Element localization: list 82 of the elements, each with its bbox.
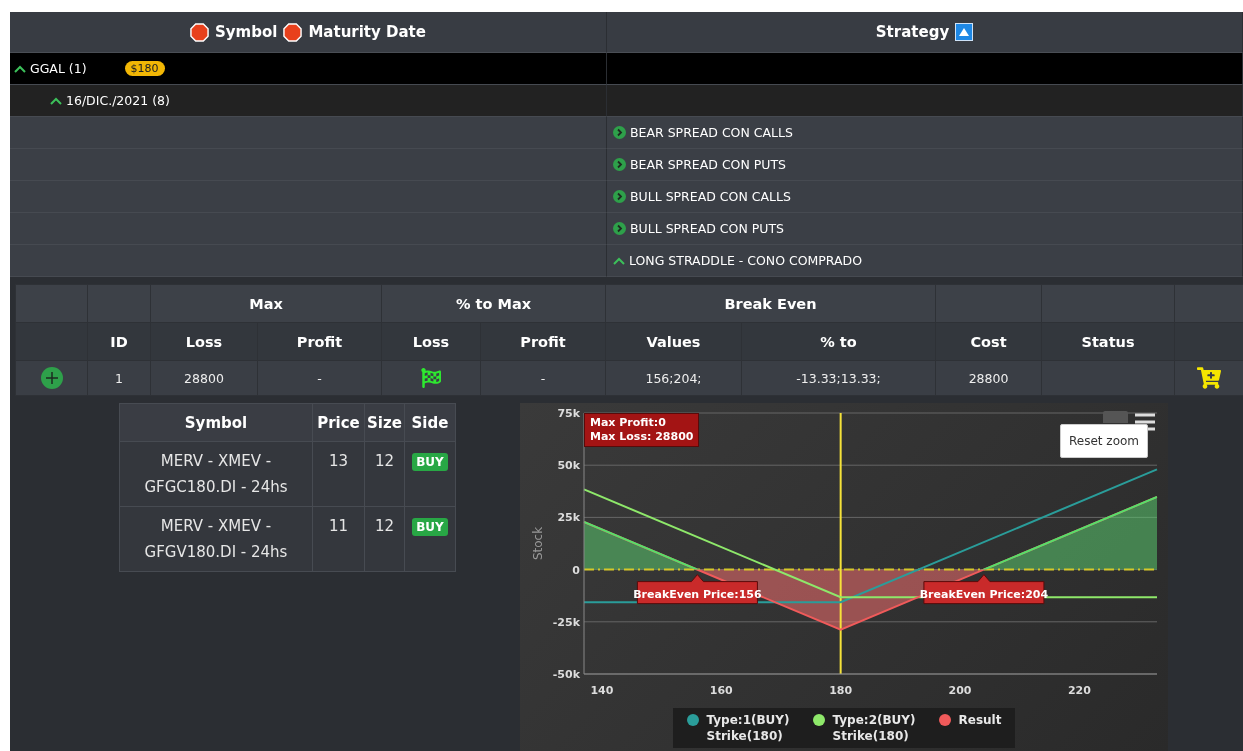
legend-label[interactable]: Result [958, 712, 1002, 728]
strategy-name: BULL SPREAD CON PUTS [630, 221, 784, 236]
expand-icon[interactable] [613, 158, 626, 171]
y-axis-title: Stock [531, 526, 545, 561]
side-tag: BUY [412, 518, 448, 536]
stop-icon[interactable] [190, 22, 210, 42]
table-cell: MERV - XMEV - GFGC180.DI - 24hs [119, 441, 313, 507]
strategy-row[interactable]: BULL SPREAD CON CALLS [607, 181, 1243, 213]
legend-dot[interactable] [812, 714, 825, 726]
x-tick-label: 200 [948, 684, 972, 697]
legend-label[interactable]: Type:1(BUY) Strike(180) [706, 712, 789, 744]
table-cell: 12 [364, 441, 405, 507]
x-tick-label: 180 [829, 684, 853, 697]
strategy-label[interactable]: Strategy [875, 23, 950, 41]
expand-icon[interactable] [613, 126, 626, 139]
date-label: 16/DIC./2021 (8) [66, 93, 170, 108]
checkered-flag-icon [421, 368, 441, 388]
table-cell: 28800 [150, 360, 258, 396]
expand-icon[interactable] [613, 222, 626, 235]
table-cell: - [480, 360, 606, 396]
strategy-name: BEAR SPREAD CON CALLS [630, 125, 793, 140]
y-tick-label: 50k [557, 459, 580, 473]
tree-row[interactable]: GGAL (1) $180 [10, 53, 607, 85]
table-cell: 156;204; [605, 360, 742, 396]
table-cell: - [257, 360, 382, 396]
column-header: Values [605, 322, 742, 361]
group-header: Max [150, 284, 382, 323]
y-tick-label: 0 [572, 563, 580, 577]
table-cell: 12 [364, 506, 405, 572]
column-header: Price [312, 403, 365, 442]
strategy-name: LONG STRADDLE - CONO COMPRADO [629, 253, 863, 268]
expand-icon[interactable] [613, 190, 626, 203]
column-header: Loss [150, 322, 258, 361]
y-tick-label: -25k [552, 615, 580, 629]
column-header: ID [87, 322, 151, 361]
table-cell: 11 [312, 506, 365, 572]
column-header: % to [741, 322, 936, 361]
collapse-icon[interactable] [613, 256, 625, 265]
collapse-icon[interactable] [50, 96, 62, 105]
strategy-name: BULL SPREAD CON CALLS [630, 189, 791, 204]
column-header: Profit [480, 322, 606, 361]
strategy-row[interactable]: BEAR SPREAD CON CALLS [607, 117, 1243, 149]
legend-dot[interactable] [686, 714, 699, 726]
stop-icon[interactable] [283, 22, 303, 42]
table-cell: MERV - XMEV - GFGV180.DI - 24hs [119, 506, 313, 572]
table-cell: 28800 [935, 360, 1042, 396]
x-tick-label: 220 [1067, 684, 1091, 697]
cart-plus-icon[interactable] [1197, 366, 1221, 390]
column-header: Size [364, 403, 405, 442]
group-header: Break Even [605, 284, 936, 323]
y-tick-label: 25k [557, 511, 580, 525]
column-header: Profit [257, 322, 382, 361]
group-header: % to Max [381, 284, 606, 323]
table-cell: 1 [87, 360, 151, 396]
legend-label[interactable]: Type:2(BUY) Strike(180) [832, 712, 915, 744]
y-tick-label: -50k [552, 668, 580, 681]
legend-dot[interactable] [938, 714, 951, 726]
group-label[interactable]: Maturity Date [308, 23, 426, 41]
x-tick-label: 160 [709, 684, 733, 697]
price-tag: $180 [124, 61, 165, 76]
strategy-row[interactable]: LONG STRADDLE - CONO COMPRADO [607, 245, 1243, 277]
y-tick-label: 75k [557, 407, 580, 420]
reset-zoom-button[interactable]: Reset zoom [1060, 424, 1148, 458]
max-info-label: Max Profit:0 Max Loss: 28800 [584, 413, 700, 447]
strategy-name: BEAR SPREAD CON PUTS [630, 157, 787, 172]
x-tick-label: 140 [590, 684, 614, 697]
symbol-label: GGAL (1) [30, 61, 87, 76]
side-tag: BUY [412, 453, 448, 471]
tree-row[interactable]: 16/DIC./2021 (8) [10, 85, 607, 117]
column-header: Status [1041, 322, 1175, 361]
column-header: Cost [935, 322, 1042, 361]
column-header: Loss [381, 322, 481, 361]
column-header: Symbol [119, 403, 313, 442]
column-header: Side [404, 403, 456, 442]
group-label[interactable]: Symbol [215, 23, 278, 41]
strategy-row[interactable]: BEAR SPREAD CON PUTS [607, 149, 1243, 181]
table-cell: -13.33;13.33; [741, 360, 936, 396]
table-cell: 13 [312, 441, 365, 507]
sort-icon[interactable] [955, 23, 974, 41]
collapse-icon[interactable] [14, 64, 26, 73]
strategy-row[interactable]: BULL SPREAD CON PUTS [607, 213, 1243, 245]
plus-circle-icon[interactable] [40, 367, 63, 389]
